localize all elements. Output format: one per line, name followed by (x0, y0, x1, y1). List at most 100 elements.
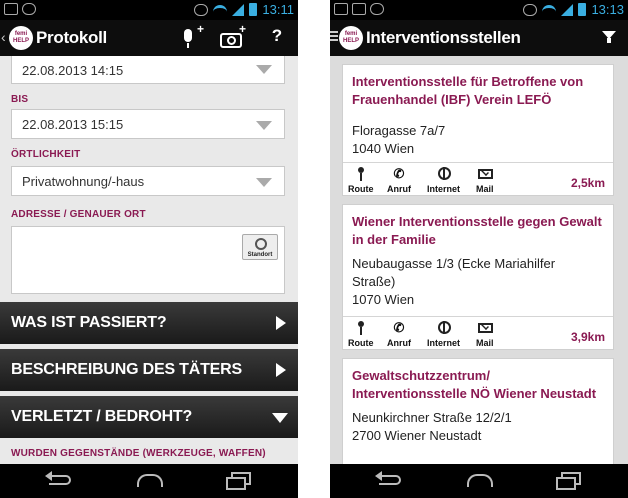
distance-label: 2,5km (570, 176, 605, 190)
card-address: Neubaugasse 1/3 (Ecke Mariahilfer Straße)… (352, 256, 556, 307)
action-bar: femi HELP Interventionsstellen (330, 20, 628, 56)
distance-label: 3,9km (570, 330, 605, 344)
section-title: BESCHREIBUNG DES TÄTERS (11, 361, 242, 378)
start-datetime-value: 22.08.2013 14:15 (22, 63, 124, 78)
app-logo[interactable]: femi HELP (9, 26, 33, 50)
interventionsstellen-list: Interventionsstelle für Betroffene von Fr… (330, 56, 628, 464)
card-address: Neunkirchner Straße 12/2/1 2700 Wiener Ne… (352, 410, 512, 443)
android-icon (370, 3, 384, 15)
logo-text-bottom: HELP (12, 38, 29, 44)
battery-icon (249, 3, 258, 16)
mail-button[interactable]: Mail (476, 321, 494, 348)
navigation-bar (330, 464, 628, 498)
nav-recent-apps-button[interactable] (222, 471, 252, 491)
chevron-down-icon (256, 65, 272, 74)
plus-icon: + (238, 22, 246, 36)
signal-icon (561, 3, 574, 16)
route-button[interactable]: Route (348, 321, 374, 348)
page-title: Interventionsstellen (366, 28, 521, 47)
help-button[interactable]: ? (264, 26, 290, 50)
section-beschreibung-taeter[interactable]: BESCHREIBUNG DES TÄTERS (0, 349, 298, 391)
list-item[interactable]: Interventionsstelle für Betroffene von Fr… (342, 64, 614, 196)
section-title: WAS IST PASSIERT? (11, 314, 167, 331)
section-was-ist-passiert[interactable]: WAS IST PASSIERT? (0, 302, 298, 344)
route-button[interactable]: Route (348, 167, 374, 194)
wifi-icon (542, 4, 557, 15)
standort-label: Standort (247, 252, 273, 258)
nav-recent-apps-button[interactable] (552, 471, 582, 491)
logo-text-top: femi (344, 31, 358, 37)
back-arrow-icon (49, 475, 71, 485)
home-icon (137, 474, 163, 487)
alarm-icon (194, 3, 209, 16)
location-type-select[interactable]: Privatwohnung/-haus (11, 166, 285, 196)
notification-icon (334, 3, 348, 15)
card-title: Interventionsstelle für Betroffene von Fr… (352, 74, 584, 107)
address-label: ADRESSE / GENAUER ORT (11, 209, 146, 220)
plus-icon: + (196, 22, 204, 36)
chevron-down-icon (256, 178, 272, 187)
address-input[interactable]: Standort (11, 226, 285, 294)
card-title: Gewaltschutzzentrum/Interventionsstelle … (352, 368, 597, 401)
location-type-value: Privatwohnung/-haus (22, 174, 145, 189)
wifi-icon (213, 4, 228, 15)
standort-button[interactable]: Standort (242, 234, 278, 260)
end-datetime-value: 22.08.2013 15:15 (22, 117, 124, 132)
end-datetime-select[interactable]: 22.08.2013 15:15 (11, 109, 285, 139)
navigation-bar (0, 464, 298, 498)
oertlichkeit-label: ÖRTLICHKEIT (11, 149, 81, 160)
app-logo[interactable]: femi HELP (339, 26, 363, 50)
interventionsstellen-screen: 13:13 femi HELP Interventionsstellen Int… (330, 0, 628, 498)
section-title: VERLETZT / BEDROHT? (11, 408, 193, 425)
card-actions: Route ✆ Anruf Internet Mail 3,9km (343, 316, 613, 350)
action-bar: ‹ femi HELP Protokoll + + ? (0, 20, 298, 56)
battery-icon (578, 3, 587, 16)
chevron-down-icon (256, 121, 272, 130)
protokoll-screen: 13:11 ‹ femi HELP Protokoll + + ? 22.08.… (0, 0, 298, 498)
internet-button[interactable]: Internet (427, 321, 460, 348)
list-item[interactable]: Wiener Interventionsstelle gegen Gewalt i… (342, 204, 614, 350)
logo-text-top: femi (14, 31, 28, 37)
call-button[interactable]: ✆ Anruf (387, 166, 411, 195)
card-actions: Route ✆ Anruf Internet Mail 2,5km (343, 162, 613, 196)
internet-button[interactable]: Internet (427, 167, 460, 194)
add-photo-button[interactable]: + (218, 22, 246, 50)
logo-text-bottom: HELP (342, 38, 359, 44)
nav-back-button[interactable] (375, 471, 405, 491)
start-datetime-select[interactable]: 22.08.2013 14:15 (11, 56, 285, 84)
nav-home-button[interactable] (134, 471, 164, 491)
android-icon (22, 3, 36, 15)
section-verletzt-bedroht[interactable]: VERLETZT / BEDROHT? (0, 396, 298, 438)
add-voice-recording-button[interactable]: + (176, 22, 204, 50)
phone-icon: ✆ (393, 166, 405, 181)
gegenstaende-label: WURDEN GEGENSTÄNDE (WERKZEUGE, WAFFEN) (11, 448, 266, 459)
back-chevron-icon[interactable]: ‹ (1, 29, 6, 45)
image-notification-icon (352, 3, 366, 15)
call-button[interactable]: ✆ Anruf (387, 320, 411, 349)
card-title: Wiener Interventionsstelle gegen Gewalt i… (352, 214, 602, 247)
status-bar: 13:13 (330, 0, 628, 20)
signal-icon (232, 3, 245, 16)
protokoll-form: 22.08.2013 14:15 BIS 22.08.2013 15:15 ÖR… (0, 56, 298, 464)
notification-icon (4, 3, 18, 15)
alarm-icon (523, 3, 538, 16)
mail-button[interactable]: Mail (476, 167, 494, 194)
nav-home-button[interactable] (464, 471, 494, 491)
page-title: Protokoll (36, 28, 107, 47)
nav-back-button[interactable] (45, 471, 75, 491)
chevron-right-icon (276, 363, 286, 377)
home-icon (467, 474, 493, 487)
list-item[interactable]: Gewaltschutzzentrum/Interventionsstelle … (342, 358, 614, 464)
chevron-right-icon (276, 316, 286, 330)
back-arrow-icon (379, 475, 401, 485)
bis-label: BIS (11, 94, 29, 105)
crosshair-icon (255, 238, 267, 250)
status-time: 13:11 (262, 2, 294, 17)
microphone-icon (184, 29, 192, 42)
status-time: 13:13 (591, 2, 624, 17)
menu-icon[interactable] (330, 31, 338, 33)
status-bar: 13:11 (0, 0, 298, 20)
chevron-down-icon (272, 413, 288, 423)
phone-icon: ✆ (393, 320, 405, 335)
card-address: Floragasse 7a/7 1040 Wien (352, 123, 446, 156)
